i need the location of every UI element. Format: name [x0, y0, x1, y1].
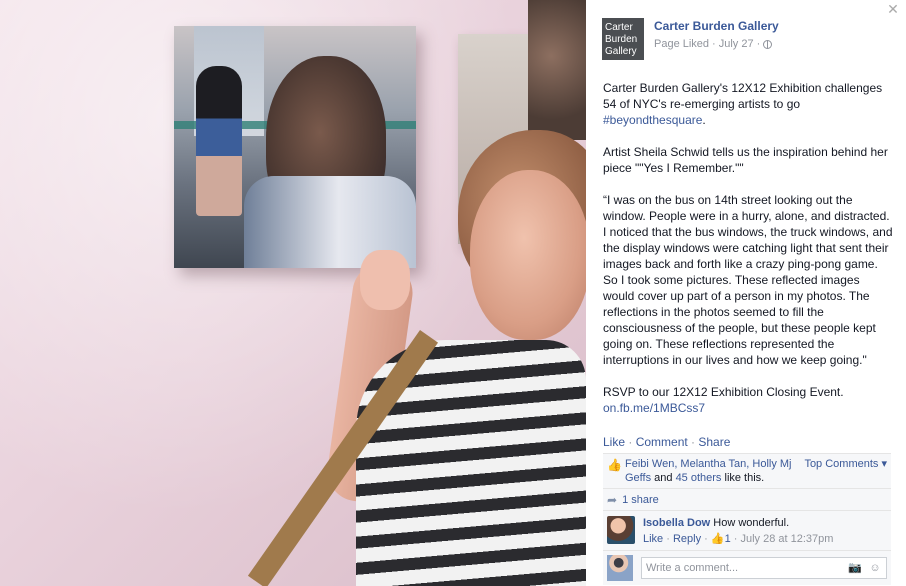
comment-meta-sep: · — [663, 533, 673, 545]
painting-main — [174, 26, 416, 268]
woman-face — [470, 170, 586, 340]
logo-line-1: Carter — [605, 22, 633, 33]
share-arrow-icon: ➦ — [607, 493, 618, 507]
close-icon[interactable]: ✕ — [886, 2, 900, 16]
like-action[interactable]: Like — [603, 435, 625, 449]
meta-separator: · — [712, 38, 716, 50]
shares-link[interactable]: 1 share — [622, 494, 659, 506]
rsvp-link[interactable]: on.fb.me/1MBCss7 — [603, 401, 705, 415]
comment-text: How wonderful. — [710, 517, 790, 529]
post-actions: Like · Comment · Share — [603, 435, 730, 449]
thumbs-up-small-icon: 👍 — [710, 533, 725, 545]
post-intro-text: Carter Burden Gallery's 12X12 Exhibition… — [603, 81, 883, 111]
emoji-icon[interactable]: ☺ — [868, 562, 882, 574]
commenter-name[interactable]: Isobella Dow — [643, 517, 710, 529]
avatar[interactable] — [607, 516, 635, 544]
likes-summary: 👍 Feibi Wen, Melantha Tan, Holly Mj Geff… — [603, 453, 891, 489]
comment-meta-sep-2: · — [701, 533, 711, 545]
comment-meta: Like · Reply · 👍1 · July 28 at 12:37pm — [643, 532, 833, 546]
post-body: Carter Burden Gallery's 12X12 Exhibition… — [603, 80, 893, 432]
comment-like-link[interactable]: Like — [643, 533, 663, 545]
post-paragraph-3: “I was on the bus on 14th street looking… — [603, 193, 893, 367]
page-name-link[interactable]: Carter Burden Gallery — [654, 19, 779, 33]
likes-text: Feibi Wen, Melantha Tan, Holly Mj Geffs … — [625, 457, 800, 485]
globe-icon[interactable] — [763, 39, 773, 49]
post-paragraph-1: Carter Burden Gallery's 12X12 Exhibition… — [603, 80, 893, 128]
painting-figure — [196, 66, 242, 216]
rsvp-text: RSVP to our 12X12 Exhibition Closing Eve… — [603, 385, 844, 399]
action-sep: · — [625, 435, 636, 449]
comment-action[interactable]: Comment — [636, 435, 688, 449]
comment-body: Isobella Dow How wonderful. Like · Reply… — [643, 516, 833, 546]
post-photo[interactable] — [0, 0, 586, 586]
action-sep-2: · — [687, 435, 699, 449]
comment-input-wrap[interactable]: 📷 ☺ — [641, 557, 887, 579]
woman-hand — [360, 250, 410, 310]
comment-composer: 📷 ☺ — [603, 550, 891, 585]
post-intro-end: . — [702, 113, 706, 127]
post-date-link[interactable]: July 27 — [719, 38, 754, 50]
header-text: Carter Burden Gallery Page Liked · July … — [654, 18, 779, 60]
share-action[interactable]: Share — [698, 435, 730, 449]
likes-suffix: like this. — [721, 472, 765, 484]
logo-line-3: Gallery — [605, 46, 637, 57]
logo-line-2: Burden — [605, 34, 638, 45]
thumbs-up-icon: 👍 — [607, 458, 622, 472]
current-user-avatar — [607, 555, 633, 581]
post-header: Carter Burden Gallery Carter Burden Gall… — [602, 18, 779, 60]
post-paragraph-2: Artist Sheila Schwid tells us the inspir… — [603, 145, 888, 175]
post-paragraph-4: RSVP to our 12X12 Exhibition Closing Eve… — [603, 384, 893, 416]
comment-item: Isobella Dow How wonderful. Like · Reply… — [603, 510, 891, 552]
likes-and: and — [651, 472, 676, 484]
post-sidebar: ✕ Carter Burden Gallery Carter Burden Ga… — [586, 0, 906, 586]
camera-icon[interactable]: 📷 — [848, 562, 862, 574]
comment-input[interactable] — [646, 562, 842, 574]
post-meta: Page Liked · July 27 · — [654, 38, 779, 50]
painting-tertiary — [528, 0, 586, 140]
page-logo[interactable]: Carter Burden Gallery — [602, 18, 644, 60]
comment-line: Isobella Dow How wonderful. — [643, 516, 833, 530]
page-liked-label: Page Liked — [654, 38, 710, 50]
hashtag-link[interactable]: #beyondthesquare — [603, 113, 702, 127]
comment-reply-link[interactable]: Reply — [673, 533, 701, 545]
shares-row: ➦ 1 share — [603, 488, 891, 511]
meta-separator-2: · — [756, 38, 761, 50]
comment-time[interactable]: July 28 at 12:37pm — [740, 533, 833, 545]
others-link[interactable]: 45 others — [676, 472, 722, 484]
top-comments-dropdown[interactable]: Top Comments ▾ — [804, 457, 887, 485]
